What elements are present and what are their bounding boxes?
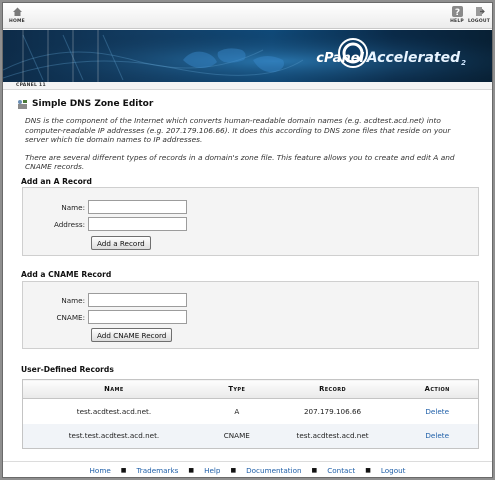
- logout-label: LOGOUT: [468, 19, 490, 24]
- records-header-row: Name Type Record Action: [22, 379, 479, 399]
- footer-documentation-link[interactable]: Documentation: [246, 466, 301, 475]
- a-name-label: Name:: [61, 202, 85, 212]
- footer-trademarks-link[interactable]: Trademarks: [136, 466, 178, 475]
- top-toolbar: HOME ? HELP LOGOUT: [3, 3, 492, 29]
- cname-value-label: CNAME:: [56, 312, 85, 322]
- cname-name-input[interactable]: [88, 293, 187, 307]
- home-label: HOME: [9, 19, 25, 24]
- delete-link[interactable]: Delete: [425, 407, 449, 416]
- logout-icon: [474, 6, 485, 17]
- record-type: A: [234, 406, 240, 416]
- records-table: Name Type Record Action test.acdtest.acd…: [22, 379, 479, 449]
- a-address-input[interactable]: [88, 217, 187, 231]
- help-label: HELP: [450, 19, 464, 24]
- page-description: DNS is the component of the Internet whi…: [25, 116, 451, 144]
- cpanel-logo: cPanel Accelerated2: [316, 50, 466, 67]
- cname-value-input[interactable]: [88, 310, 187, 324]
- record-name: test.test.acdtest.acd.net.: [22, 423, 205, 449]
- home-icon: [12, 6, 23, 17]
- record-type: CNAME: [204, 423, 269, 449]
- footer-logout-link[interactable]: Logout: [381, 466, 406, 475]
- breadcrumb-bar: CPANEL 11: [3, 82, 492, 90]
- record-value: 207.179.106.66: [303, 406, 362, 416]
- separator-bullet: ■: [230, 467, 237, 474]
- main-content: Simple DNS Zone Editor DNS is the compon…: [17, 96, 479, 172]
- page-title-row: Simple DNS Zone Editor: [17, 96, 479, 112]
- footer-contact-link[interactable]: Contact: [327, 466, 355, 475]
- help-icon: ?: [451, 6, 463, 18]
- a-record-panel: Name: Address: Add a Record: [22, 187, 479, 256]
- cname-name-label: Name:: [61, 295, 85, 305]
- cname-record-panel: Name: CNAME: Add CNAME Record: [22, 281, 479, 349]
- help-button[interactable]: ? HELP: [446, 6, 468, 24]
- svg-text:?: ?: [454, 8, 459, 17]
- add-cname-record-button[interactable]: Add CNAME Record: [91, 328, 173, 342]
- footer-links: Home ■ Trademarks ■ Help ■ Documentation…: [3, 461, 492, 477]
- page-title: Simple DNS Zone Editor: [32, 99, 154, 109]
- a-address-label: Address:: [53, 219, 85, 229]
- delete-link[interactable]: Delete: [425, 431, 449, 440]
- breadcrumb[interactable]: CPANEL 11: [16, 83, 46, 88]
- separator-bullet: ■: [311, 467, 318, 474]
- a-name-input[interactable]: [88, 200, 187, 214]
- table-row: test.acdtest.acd.net. A 207.179.106.66 D…: [23, 399, 479, 424]
- cpanel-banner: cPanel Accelerated2: [3, 30, 492, 82]
- separator-bullet: ■: [188, 467, 195, 474]
- separator-bullet: ■: [120, 467, 127, 474]
- column-header-action: Action: [396, 379, 479, 399]
- cname-name-row: Name:: [16, 293, 187, 307]
- cname-record-heading: Add a CNAME Record: [21, 270, 112, 279]
- column-header-name[interactable]: Name: [22, 379, 205, 399]
- record-value: test.acdtest.acd.net: [268, 423, 397, 449]
- cname-value-row: CNAME:: [16, 310, 187, 324]
- home-button[interactable]: HOME: [6, 6, 28, 24]
- record-name: test.acdtest.acd.net.: [76, 406, 152, 416]
- column-header-type[interactable]: Type: [204, 379, 269, 399]
- table-row: test.test.acdtest.acd.net. CNAME test.ac…: [22, 423, 479, 449]
- a-record-heading: Add an A Record: [21, 177, 92, 186]
- footer-home-link[interactable]: Home: [90, 466, 111, 475]
- footer-help-link[interactable]: Help: [204, 466, 220, 475]
- page-description-records: There are several different types of rec…: [25, 152, 455, 172]
- a-name-row: Name:: [16, 200, 187, 214]
- browser-page: HOME ? HELP LOGOUT cPanel Accelerated2 C…: [2, 2, 493, 478]
- add-a-record-button[interactable]: Add a Record: [91, 236, 151, 250]
- a-address-row: Address:: [16, 217, 187, 231]
- separator-bullet: ■: [365, 467, 371, 474]
- records-heading: User-Defined Records: [21, 365, 114, 374]
- dns-zone-icon: [17, 99, 28, 110]
- logout-button[interactable]: LOGOUT: [468, 6, 490, 24]
- column-header-record[interactable]: Record: [268, 379, 397, 399]
